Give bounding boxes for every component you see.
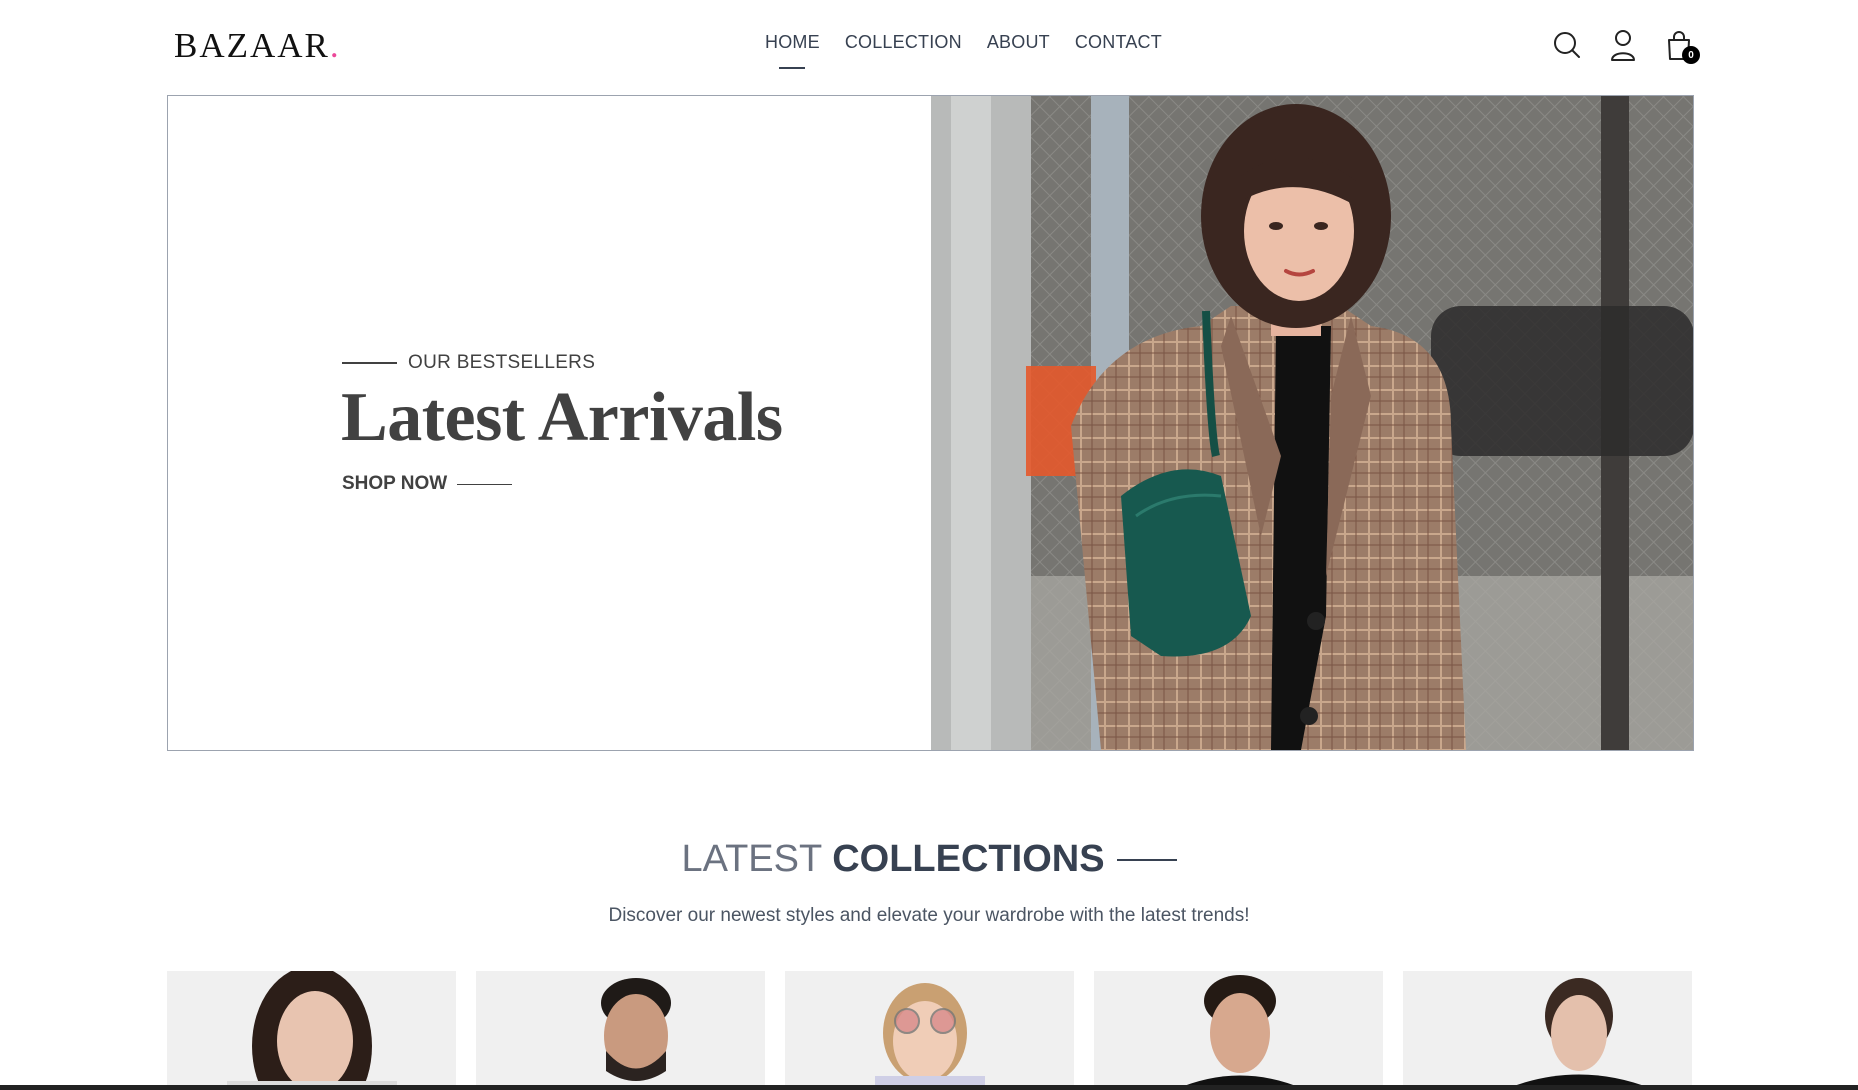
logo-text: BAZAAR bbox=[174, 26, 330, 65]
shop-now-line bbox=[457, 483, 513, 485]
search-icon[interactable] bbox=[1552, 28, 1582, 62]
product-grid bbox=[167, 971, 1692, 1090]
hero-banner: OUR BESTSELLERS Latest Arrivals SHOP NOW bbox=[167, 95, 1694, 751]
nav-contact[interactable]: CONTACT bbox=[1075, 32, 1162, 53]
user-icon[interactable] bbox=[1608, 28, 1638, 62]
product-image bbox=[601, 978, 671, 1081]
hero-photo-illustration bbox=[931, 96, 1693, 750]
product-image bbox=[1503, 978, 1655, 1090]
collections-title-light: LATEST bbox=[681, 838, 823, 880]
nav-home[interactable]: HOME bbox=[765, 32, 820, 53]
hero-eyebrow: OUR BESTSELLERS bbox=[342, 352, 595, 374]
hero-image bbox=[931, 96, 1693, 750]
nav-about[interactable]: ABOUT bbox=[987, 32, 1050, 53]
hero-title: Latest Arrivals bbox=[341, 379, 783, 456]
eyebrow-text: OUR BESTSELLERS bbox=[408, 352, 596, 373]
logo-dot: . bbox=[329, 26, 341, 65]
collections-heading-line bbox=[1116, 858, 1177, 861]
brand-logo[interactable]: BAZAAR. bbox=[174, 26, 341, 66]
eyebrow-line bbox=[342, 362, 397, 364]
product-card[interactable] bbox=[1403, 971, 1692, 1090]
product-image bbox=[227, 971, 397, 1090]
collections-heading: LATEST COLLECTIONS bbox=[0, 838, 1858, 881]
main-nav: HOME COLLECTION ABOUT CONTACT bbox=[765, 32, 1162, 53]
page-bottom-border bbox=[0, 1085, 1858, 1090]
header-icons: 0 bbox=[1552, 28, 1700, 64]
shop-now-link[interactable]: SHOP NOW bbox=[342, 473, 513, 495]
nav-collection[interactable]: COLLECTION bbox=[845, 32, 962, 53]
shop-now-label: SHOP NOW bbox=[342, 473, 448, 494]
collections-title-bold: COLLECTIONS bbox=[832, 838, 1105, 880]
site-header: BAZAAR. HOME COLLECTION ABOUT CONTACT 0 bbox=[167, 0, 1700, 95]
hero-text-panel: OUR BESTSELLERS Latest Arrivals SHOP NOW bbox=[168, 96, 931, 750]
product-image bbox=[1174, 975, 1306, 1090]
product-card[interactable] bbox=[476, 971, 765, 1090]
cart-icon[interactable]: 0 bbox=[1664, 28, 1700, 64]
product-image bbox=[875, 983, 985, 1090]
product-card[interactable] bbox=[1094, 971, 1383, 1090]
product-card[interactable] bbox=[785, 971, 1074, 1090]
cart-count-badge: 0 bbox=[1682, 46, 1700, 64]
product-card[interactable] bbox=[167, 971, 456, 1090]
collections-subtitle: Discover our newest styles and elevate y… bbox=[608, 905, 1250, 926]
